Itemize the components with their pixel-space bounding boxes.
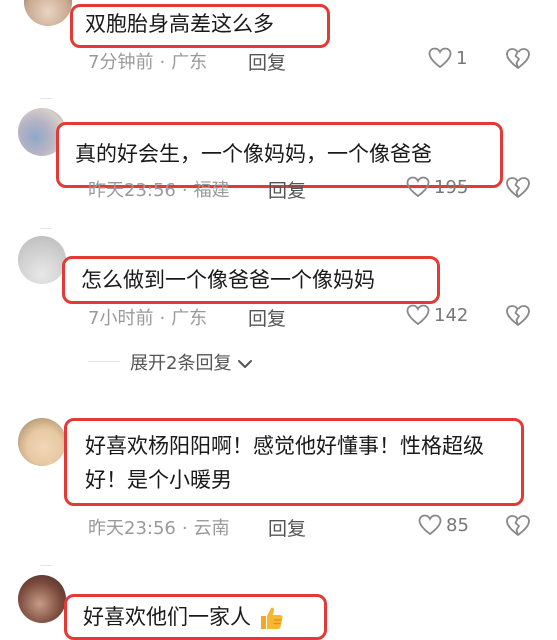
expand-divider <box>88 361 120 362</box>
comment-meta: 昨天23:56 · 福建 回复 <box>88 176 348 203</box>
like-count: 142 <box>434 304 469 326</box>
expand-replies-button[interactable]: 展开2条回复 <box>130 349 253 375</box>
like-button[interactable]: 142 <box>406 304 468 326</box>
comment-text: 好喜欢杨阳阳啊！感觉他好懂事！性格超级好！是个小暖男 <box>64 418 524 506</box>
comment-location: 云南 <box>193 518 230 539</box>
avatar[interactable] <box>18 236 66 284</box>
avatar[interactable] <box>18 418 66 466</box>
comment-location: 福建 <box>193 180 230 201</box>
like-count: 195 <box>434 176 469 198</box>
expand-replies-label: 展开2条回复 <box>130 353 232 374</box>
broken-heart-icon[interactable] <box>505 176 531 200</box>
comment-time: 7分钟前 <box>88 52 154 73</box>
comment-text-content: 怎么做到一个像爸爸一个像妈妈 <box>81 268 375 292</box>
comment-meta: 7分钟前 · 广东 回复 <box>88 48 308 75</box>
comment-time: 昨天23:56 <box>88 518 176 539</box>
broken-heart-icon[interactable] <box>505 514 531 538</box>
like-button[interactable]: 85 <box>418 514 469 536</box>
comment-text: 双胞胎身高差这么多 <box>70 4 330 48</box>
broken-heart-icon[interactable] <box>505 304 531 328</box>
like-count: 1 <box>456 47 468 69</box>
comment-location: 广东 <box>171 52 208 73</box>
comment-time: 昨天23:56 <box>88 180 176 201</box>
comment-meta: 7小时前 · 广东 回复 <box>88 304 328 331</box>
reply-button[interactable]: 回复 <box>268 176 306 203</box>
reply-button[interactable]: 回复 <box>248 48 286 75</box>
heart-icon <box>406 176 430 198</box>
like-count: 85 <box>446 514 469 536</box>
comment-time: 7小时前 <box>88 308 154 329</box>
heart-icon <box>428 47 452 69</box>
comment-text: 怎么做到一个像爸爸一个像妈妈 <box>62 256 440 304</box>
avatar[interactable] <box>24 0 72 26</box>
divider <box>40 228 52 229</box>
heart-icon <box>406 304 430 326</box>
reply-button[interactable]: 回复 <box>268 514 306 541</box>
comment-text-content: 真的好会生，一个像妈妈，一个像爸爸 <box>75 142 432 166</box>
divider <box>40 565 52 566</box>
avatar[interactable] <box>18 575 66 623</box>
heart-icon <box>418 514 442 536</box>
chevron-down-icon <box>238 360 253 368</box>
comment-location: 广东 <box>171 308 208 329</box>
reply-button[interactable]: 回复 <box>248 304 286 331</box>
comment-text-content: 好喜欢他们一家人 <box>83 605 251 629</box>
thumbs-up-icon <box>260 607 283 629</box>
like-button[interactable]: 1 <box>428 47 467 69</box>
divider <box>40 98 52 99</box>
comment-text-content: 好喜欢杨阳阳啊！感觉他好懂事！性格超级好！是个小暖男 <box>85 434 484 492</box>
comment-text-content: 双胞胎身高差这么多 <box>85 12 274 36</box>
comment-text: 好喜欢他们一家人 <box>64 594 327 640</box>
comment-meta: 昨天23:56 · 云南 回复 <box>88 514 348 541</box>
like-button[interactable]: 195 <box>406 176 468 198</box>
broken-heart-icon[interactable] <box>505 47 531 71</box>
